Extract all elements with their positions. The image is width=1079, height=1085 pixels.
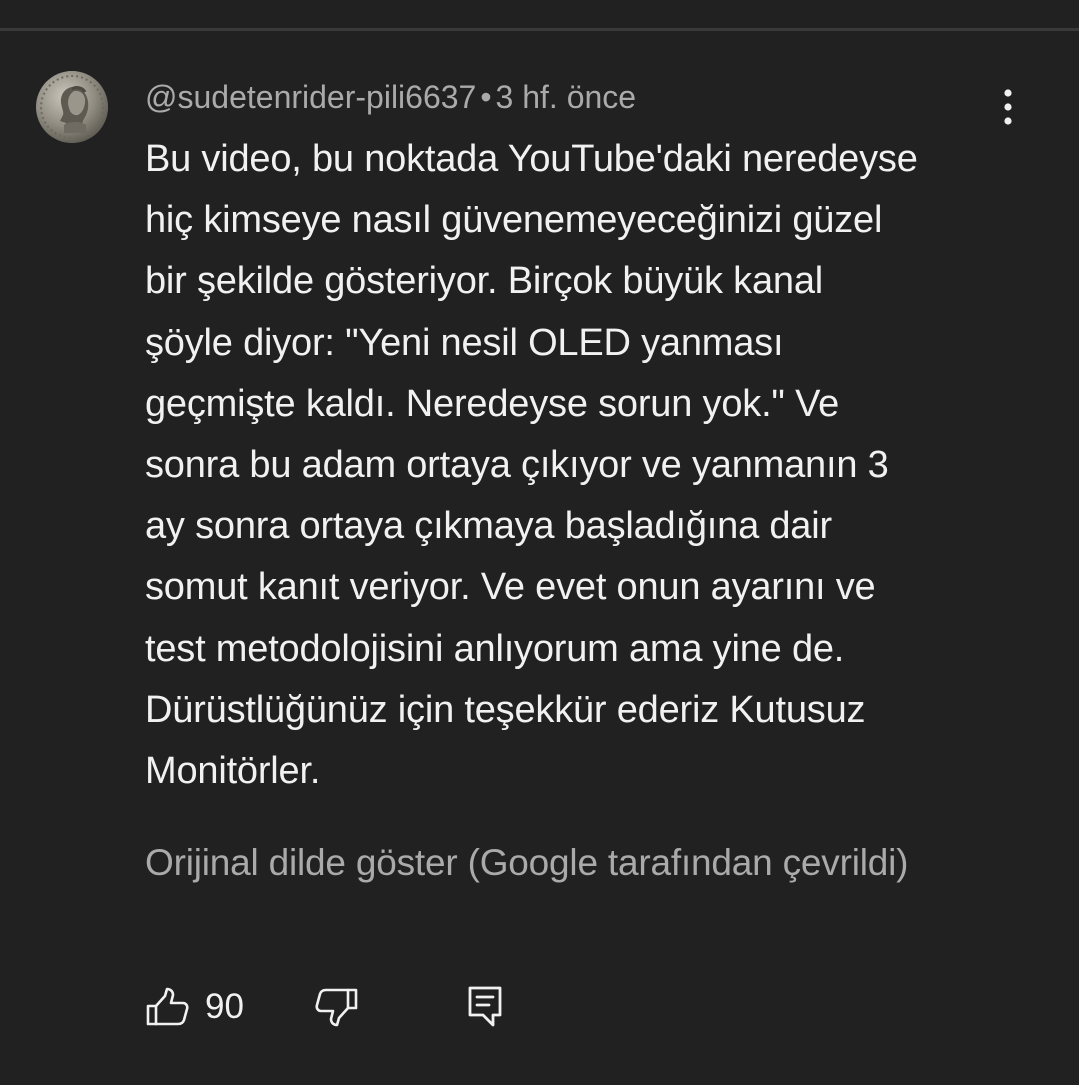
comment-line: test metodolojisini anlıyorum ama yine d…: [145, 627, 845, 670]
reply-comment-icon: [468, 986, 502, 1027]
comment-line: Bu video, bu noktada YouTube'daki nerede…: [145, 138, 918, 180]
comment: @sudetenrider-pili6637 • 3 hf. önce Bu vid…: [145, 74, 1025, 802]
comment-line: Monitörler.: [145, 750, 321, 793]
comment-line: somut kanıt veriyor. Ve evet onun ayarın…: [145, 566, 876, 609]
comment-line: hiç kimseye nasıl güvenemeyeceğinizi güz…: [145, 199, 883, 242]
coin-avatar-icon: [36, 71, 108, 143]
comment-header: @sudetenrider-pili6637 • 3 hf. önce: [145, 74, 1025, 120]
comment-line: sonra bu adam ortaya çıkıyor ve yanmanın…: [145, 444, 889, 487]
comment-body: Bu video, bu noktada YouTube'daki nerede…: [145, 129, 1025, 802]
thumb-up-icon: [146, 987, 189, 1026]
avatar[interactable]: [36, 71, 108, 143]
comment-line: Dürüstlüğünüz için teşekkür ederiz Kutus…: [145, 688, 866, 731]
comment-line: şöyle diyor: "Yeni nesil OLED yanması: [145, 321, 784, 364]
show-original-link[interactable]: Orijinal dilde göster (Google tarafından…: [145, 838, 908, 888]
comment-menu-button[interactable]: [988, 84, 1028, 130]
more-vert-icon: [1004, 89, 1012, 125]
top-divider: [0, 28, 1079, 31]
meta-separator: •: [480, 79, 492, 115]
dislike-button[interactable]: [313, 984, 359, 1030]
reply-button[interactable]: [467, 984, 503, 1030]
thumb-down-icon: [315, 988, 358, 1027]
author-handle[interactable]: @sudetenrider-pili6637: [145, 79, 476, 115]
comment-line: ay sonra ortaya çıkmaya başladığına dair: [145, 505, 832, 548]
like-count: 90: [205, 987, 244, 1026]
comment-line: bir şekilde gösteriyor. Birçok büyük kan…: [145, 260, 824, 303]
like-button[interactable]: 90: [145, 984, 244, 1030]
comment-line: geçmişte kaldı. Neredeyse sorun yok." Ve: [145, 382, 840, 425]
comment-time: 3 hf. önce: [495, 79, 637, 115]
